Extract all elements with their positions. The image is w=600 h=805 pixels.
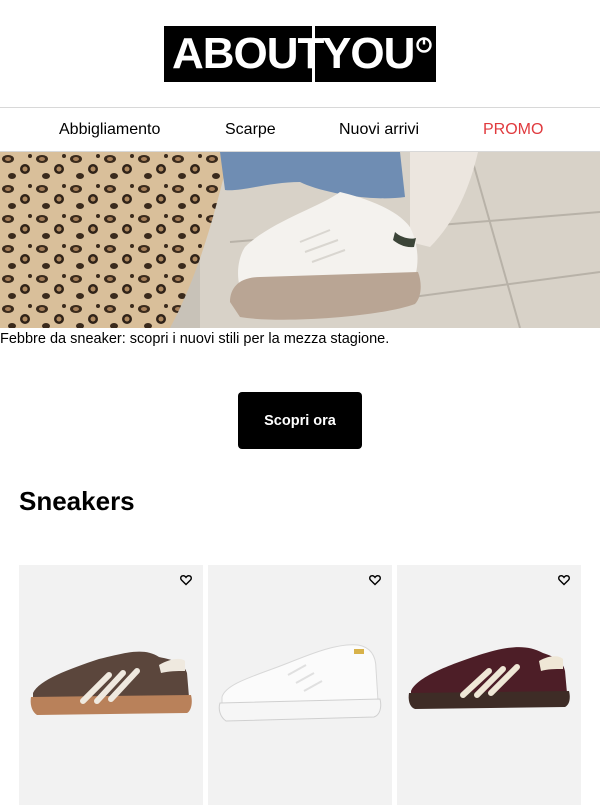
product-card-brown-sneaker[interactable] <box>19 565 203 805</box>
logo-text-you: YOU <box>322 29 415 78</box>
hero-image[interactable] <box>0 152 600 328</box>
product-card-burgundy-sneaker[interactable] <box>397 565 581 805</box>
about-you-logo[interactable]: ABOUT YOU <box>164 26 436 82</box>
logo-divider <box>312 26 315 82</box>
email-header: ABOUT YOU <box>0 0 600 107</box>
nav-item-abbigliamento[interactable]: Abbigliamento <box>59 108 160 151</box>
white-leather-sneaker-image <box>218 644 382 722</box>
hero-caption: Febbre da sneaker: scopri i nuovi stili … <box>0 331 390 347</box>
heart-icon[interactable] <box>558 574 570 586</box>
hero-photo-sneaker-leopard <box>0 152 600 328</box>
logo-text-about: ABOUT <box>172 29 324 78</box>
nav-item-nuovi-arrivi[interactable]: Nuovi arrivi <box>339 108 419 151</box>
product-card-white-sneaker[interactable] <box>208 565 392 805</box>
heart-icon[interactable] <box>180 574 192 586</box>
section-title: Sneakers <box>19 486 135 516</box>
nav-item-scarpe[interactable]: Scarpe <box>225 108 276 151</box>
logo-ring-icon <box>416 37 432 53</box>
nav-item-promo[interactable]: PROMO <box>483 108 543 151</box>
brown-suede-sneaker-image <box>30 651 192 715</box>
heart-icon[interactable] <box>369 574 381 586</box>
burgundy-suede-sneaker-image <box>408 647 570 709</box>
category-nav: Abbigliamento Scarpe Nuovi arrivi PROMO <box>0 107 600 152</box>
discover-now-button[interactable]: Scopri ora <box>238 392 362 449</box>
